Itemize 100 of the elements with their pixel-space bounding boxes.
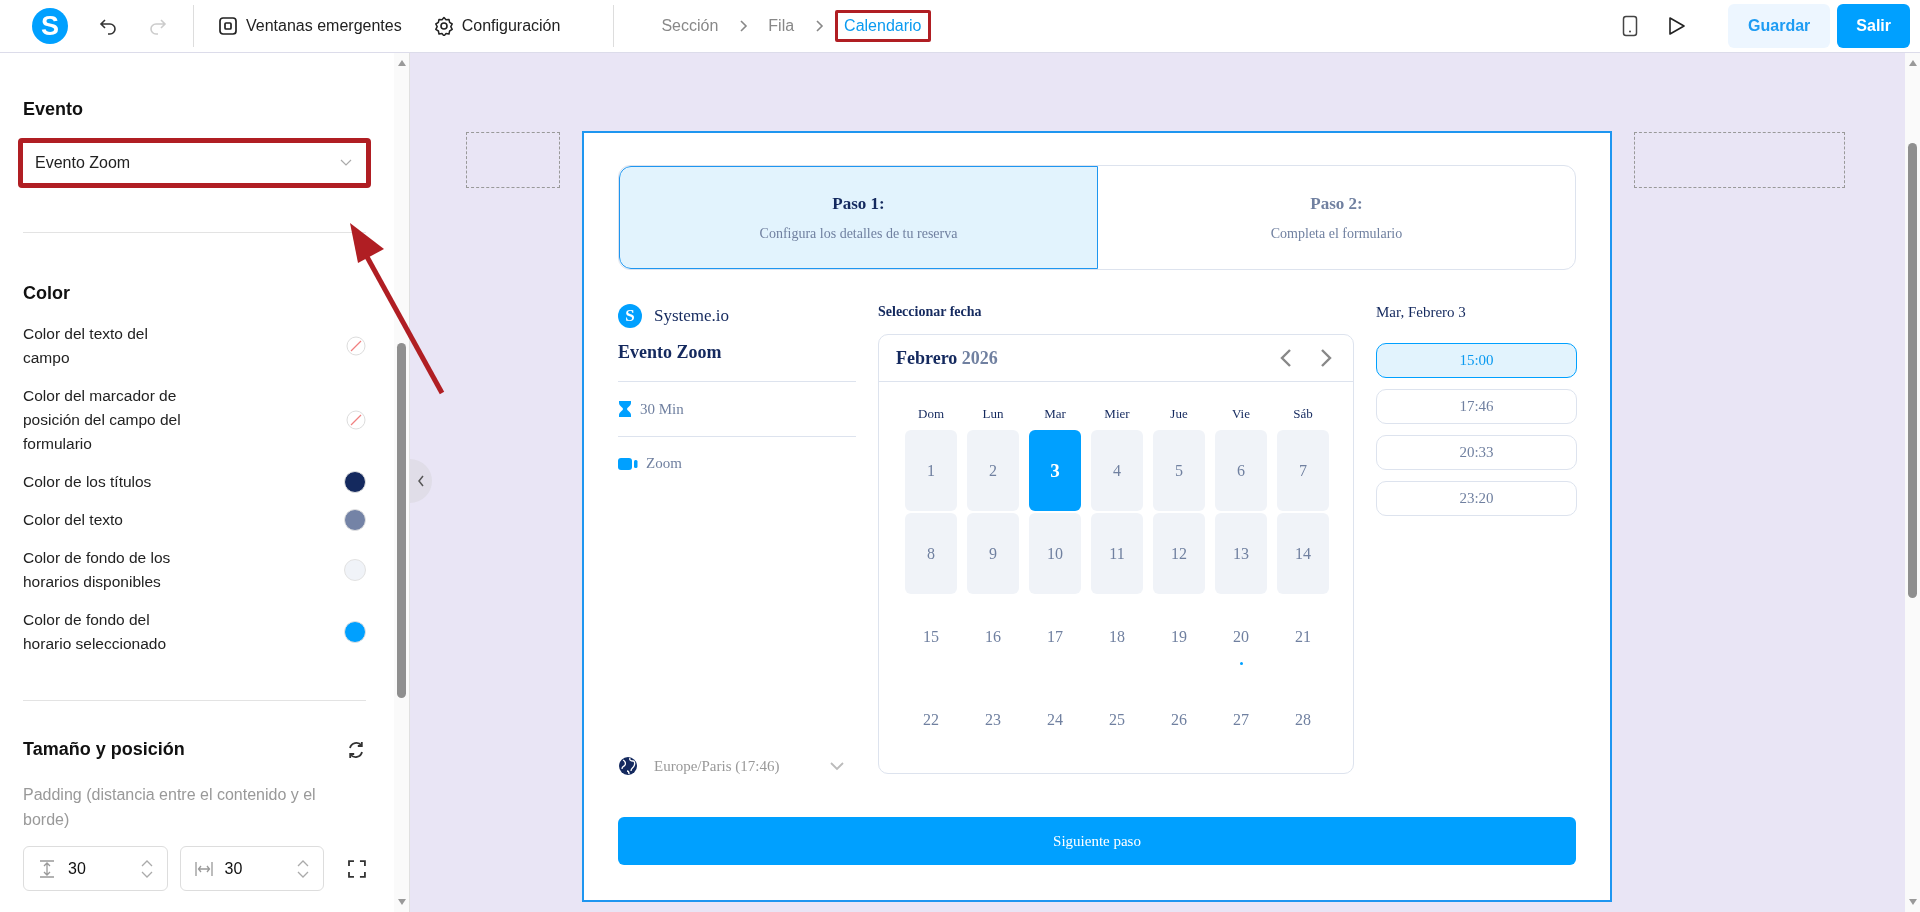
weekday-label: Mier bbox=[1103, 406, 1131, 422]
time-slot[interactable]: 23:20 bbox=[1376, 481, 1577, 516]
stepper-icon[interactable] bbox=[140, 858, 153, 879]
day-cell[interactable]: 14 bbox=[1277, 513, 1329, 594]
day-cell[interactable]: 7 bbox=[1277, 430, 1329, 511]
padding-field[interactable]: 30 bbox=[23, 846, 168, 891]
chevron-down-icon bbox=[340, 159, 352, 167]
scrollbar-thumb[interactable] bbox=[1908, 143, 1917, 598]
day-cell[interactable]: 9 bbox=[967, 513, 1019, 594]
breadcrumb-link[interactable]: Fila bbox=[759, 10, 804, 42]
color-label: Color de fondo de los horarios disponibles bbox=[23, 548, 172, 592]
color-swatch[interactable] bbox=[344, 621, 366, 643]
next-step-button[interactable]: Siguiente paso bbox=[618, 817, 1576, 865]
day-cell[interactable]: 2 bbox=[967, 430, 1019, 511]
play-icon[interactable] bbox=[1668, 16, 1687, 36]
day-cell-text: 22 bbox=[922, 709, 940, 730]
section-title: Color bbox=[23, 283, 71, 304]
day-cell: 20 bbox=[1215, 596, 1267, 677]
day-cell[interactable]: 12 bbox=[1153, 513, 1205, 594]
day-cell-text: 27 bbox=[1232, 709, 1250, 730]
day-cell-text: 25 bbox=[1108, 709, 1126, 730]
breadcrumb-link[interactable]: Sección bbox=[652, 10, 728, 42]
weekday-label: Vie bbox=[1231, 406, 1251, 422]
logo[interactable]: S bbox=[32, 8, 68, 44]
weekday-label: Mar bbox=[1043, 406, 1067, 422]
day-cell[interactable]: 10 bbox=[1029, 513, 1081, 594]
brand-name: Systeme.io bbox=[654, 306, 730, 326]
next-month-icon[interactable] bbox=[1319, 348, 1333, 368]
step-title: Paso 2: bbox=[1310, 193, 1363, 214]
time-slot[interactable]: 20:33 bbox=[1376, 435, 1577, 470]
stepper-icon[interactable] bbox=[297, 858, 310, 879]
fullscreen-icon[interactable] bbox=[348, 859, 366, 878]
duration-text: 30 Min bbox=[640, 400, 684, 418]
save-button[interactable]: Guardar bbox=[1728, 4, 1831, 48]
exit-button[interactable]: Salir bbox=[1837, 4, 1910, 48]
weekday-label: Sáb bbox=[1292, 406, 1314, 422]
scroll-down-icon bbox=[1907, 898, 1918, 906]
month-title: Febrero 2026 bbox=[896, 347, 999, 369]
step-tab[interactable]: Paso 2: Completa el formulario bbox=[1098, 166, 1575, 269]
video-camera-icon bbox=[618, 456, 638, 471]
breadcrumb-link[interactable]: Calendario bbox=[835, 10, 931, 42]
logo: S bbox=[618, 304, 642, 328]
day-cell[interactable]: 11 bbox=[1091, 513, 1143, 594]
step-subtitle: Completa el formulario bbox=[1270, 225, 1403, 242]
day-cell-text: 15 bbox=[922, 626, 940, 647]
no-color-swatch[interactable] bbox=[346, 410, 366, 430]
timezone-dropdown[interactable]: Europe/Paris (17:46) bbox=[618, 756, 856, 776]
weekday-label: Dom bbox=[917, 406, 945, 422]
chevron-right-icon bbox=[813, 19, 826, 33]
gear-icon bbox=[433, 16, 454, 36]
color-label: Color del marcador de posición del campo del formulario bbox=[23, 386, 182, 454]
color-label: Color del texto del campo bbox=[23, 324, 149, 368]
weekday-label: Lun bbox=[981, 406, 1005, 422]
event-name: Evento Zoom bbox=[618, 342, 723, 363]
chevron-down-icon bbox=[830, 761, 844, 771]
day-cell-text: 16 bbox=[984, 626, 1002, 647]
day-cell[interactable]: 8 bbox=[905, 513, 957, 594]
previous-month-icon[interactable] bbox=[1279, 348, 1293, 368]
day-cell[interactable]: 5 bbox=[1153, 430, 1205, 511]
chevron-right-icon bbox=[737, 19, 750, 33]
undo-icon[interactable] bbox=[98, 16, 118, 36]
time-slot[interactable]: 17:46 bbox=[1376, 389, 1577, 424]
section-title: Evento bbox=[23, 99, 84, 120]
no-color-swatch[interactable] bbox=[346, 336, 366, 356]
vertical-padding-icon bbox=[38, 859, 56, 878]
hourglass-icon bbox=[618, 400, 632, 418]
event-dropdown[interactable]: Evento Zoom bbox=[18, 138, 371, 188]
globe-icon bbox=[618, 756, 638, 776]
popups-button[interactable]: Ventanas emergentes bbox=[214, 10, 406, 42]
time-slot[interactable]: 15:00 bbox=[1376, 343, 1577, 378]
mobile-icon[interactable] bbox=[1622, 15, 1639, 37]
day-cell-text: 17 bbox=[1046, 626, 1064, 647]
selected-date: Mar, Febrero 3 bbox=[1376, 304, 1467, 321]
day-cell-text: 28 bbox=[1294, 709, 1312, 730]
settings-button[interactable]: Configuración bbox=[429, 10, 565, 42]
padding-field[interactable]: 30 bbox=[179, 846, 325, 891]
day-cell[interactable]: 6 bbox=[1215, 430, 1267, 511]
date-heading: Seleccionar fecha bbox=[878, 304, 983, 320]
step-subtitle: Configura los detalles de tu reserva bbox=[759, 225, 958, 242]
color-label: Color de los títulos bbox=[23, 472, 153, 492]
scrollbar-thumb[interactable] bbox=[397, 343, 406, 698]
color-swatch[interactable] bbox=[344, 559, 366, 581]
day-cell[interactable]: 1 bbox=[905, 430, 957, 511]
step-tab[interactable]: Paso 1: Configura los detalles de tu reserva bbox=[619, 166, 1098, 269]
color-swatch[interactable] bbox=[344, 509, 366, 531]
color-swatch[interactable] bbox=[344, 471, 366, 493]
square-icon bbox=[218, 16, 238, 36]
today-dot bbox=[1240, 662, 1243, 665]
day-cell-text: 19 bbox=[1170, 626, 1188, 647]
dropdown-value: Evento Zoom bbox=[35, 154, 131, 172]
day-cell[interactable]: 13 bbox=[1215, 513, 1267, 594]
day-cell-text: 24 bbox=[1046, 709, 1064, 730]
padding-label: Padding (distancia entre el contenido y el borde) bbox=[23, 785, 317, 830]
location-text: Zoom bbox=[646, 455, 682, 472]
day-cell[interactable]: 3 bbox=[1029, 430, 1081, 511]
collapse-tab[interactable] bbox=[410, 459, 432, 503]
day-cell-text: 23 bbox=[984, 709, 1002, 730]
day-cell[interactable]: 4 bbox=[1091, 430, 1143, 511]
color-label: Color del texto bbox=[23, 510, 124, 530]
reset-icon[interactable] bbox=[346, 739, 366, 760]
